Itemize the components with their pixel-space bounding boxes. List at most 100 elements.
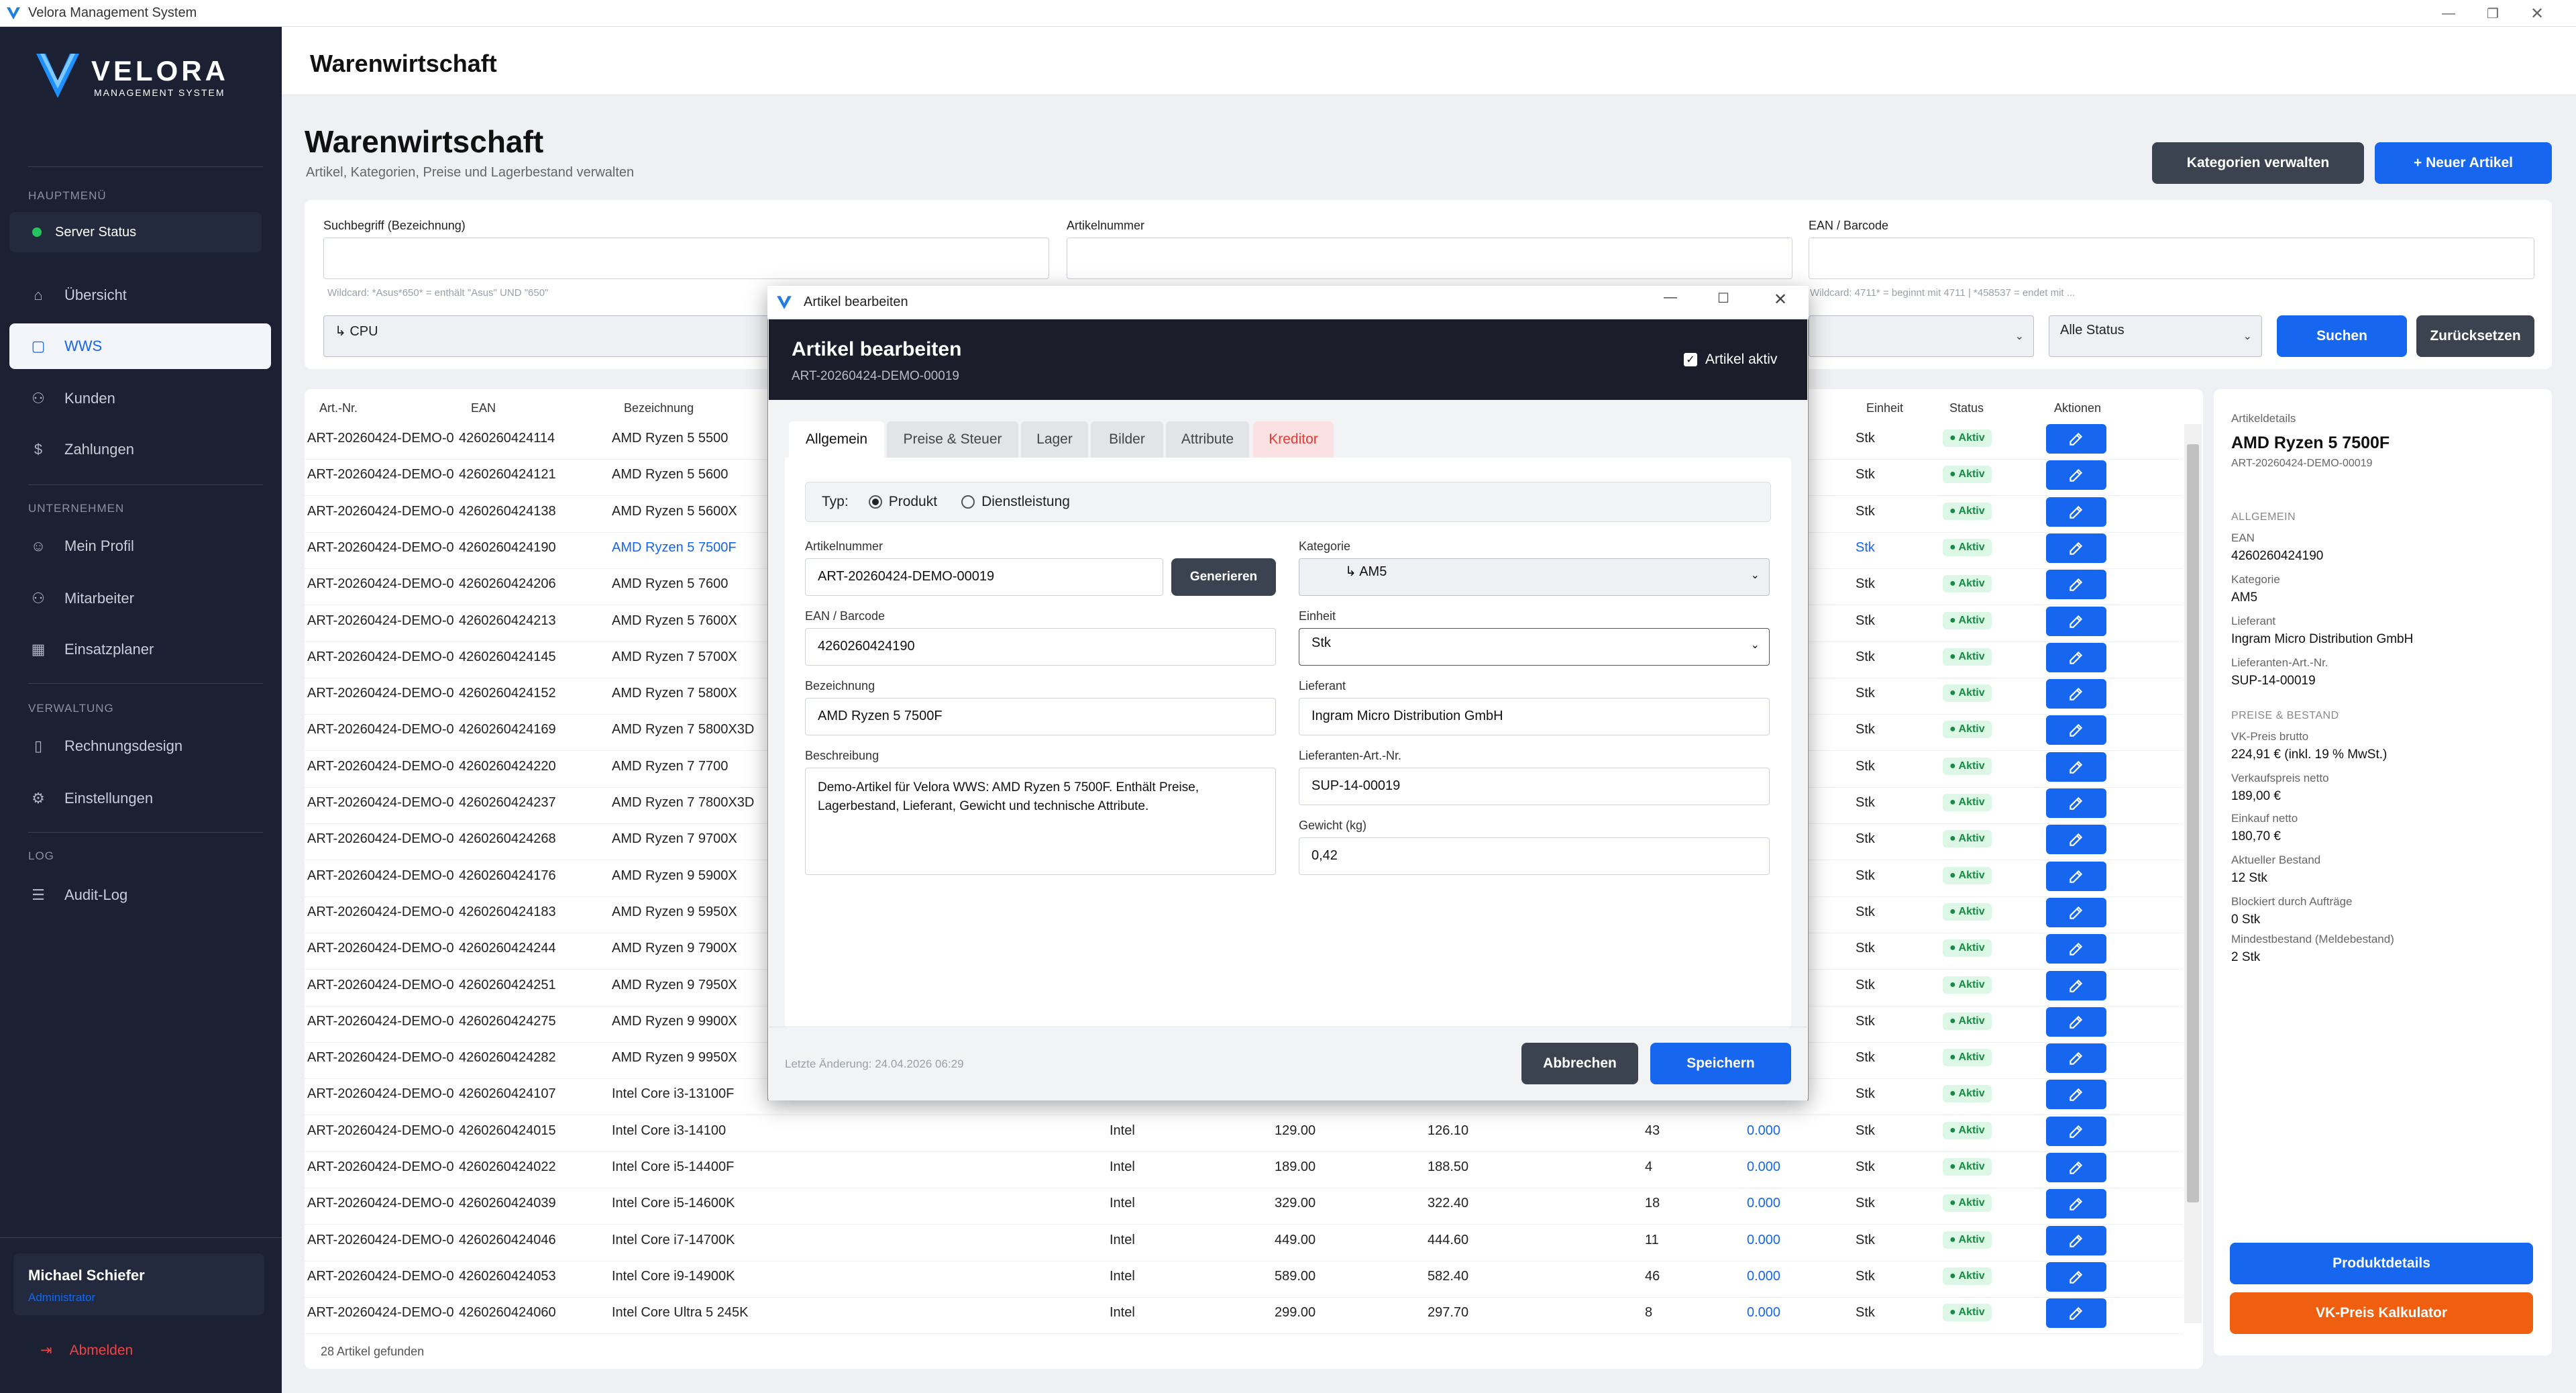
cell-name[interactable]: AMD Ryzen 7 7700	[612, 759, 728, 774]
edit-button[interactable]	[2046, 607, 2106, 636]
cell-unit[interactable]: Stk	[1856, 759, 1875, 774]
cell-unit[interactable]: Stk	[1856, 613, 1875, 629]
tab-stock[interactable]: Lager	[1021, 421, 1088, 458]
minimize-icon[interactable]: —	[2428, 0, 2469, 27]
cell-ean[interactable]: 4260260424138	[459, 504, 556, 519]
cell-artnr[interactable]: ART-20260424-DEMO-0	[307, 540, 454, 556]
cell-artnr[interactable]: ART-20260424-DEMO-0	[307, 1196, 454, 1211]
cell-name[interactable]: AMD Ryzen 5 5500	[612, 431, 728, 446]
tab-prices[interactable]: Preise & Steuer	[887, 421, 1018, 458]
cell-ean[interactable]: 4260260424039	[459, 1196, 556, 1211]
sidebar-item-employees[interactable]: ⚇ Mitarbeiter	[9, 576, 271, 621]
cell-unit[interactable]: Stk	[1856, 1123, 1875, 1139]
price-calculator-button[interactable]: VK-Preis Kalkulator	[2230, 1292, 2533, 1334]
cell-unit[interactable]: Stk	[1856, 1196, 1875, 1211]
cell-ean[interactable]: 4260260424251	[459, 978, 556, 993]
cell-value[interactable]: 0.000	[1747, 1123, 1780, 1139]
cell-artnr[interactable]: ART-20260424-DEMO-0	[307, 650, 454, 665]
weight-input[interactable]: 0,42	[1299, 837, 1770, 875]
cell-stock[interactable]: 8	[1645, 1305, 1652, 1321]
cell-price-sales[interactable]: 299.00	[1275, 1305, 1316, 1321]
cell-price-sales[interactable]: 189.00	[1275, 1159, 1316, 1175]
edit-button[interactable]	[2046, 1043, 2106, 1073]
edit-button[interactable]	[2046, 898, 2106, 927]
edit-button[interactable]	[2046, 788, 2106, 818]
cell-name[interactable]: AMD Ryzen 5 7600	[612, 576, 728, 592]
cell-unit[interactable]: Stk	[1856, 1269, 1875, 1284]
cell-price-sales[interactable]: 329.00	[1275, 1196, 1316, 1211]
user-card[interactable]: Michael Schiefer Administrator	[13, 1253, 264, 1315]
cell-ean[interactable]: 4260260424169	[459, 722, 556, 737]
cell-ean[interactable]: 4260260424176	[459, 868, 556, 884]
category-filter-select[interactable]: ↳ CPU	[323, 315, 786, 357]
edit-button[interactable]	[2046, 715, 2106, 745]
cell-artnr[interactable]: ART-20260424-DEMO-0	[307, 868, 454, 884]
cell-name[interactable]: AMD Ryzen 9 7900X	[612, 941, 737, 956]
cell-ean[interactable]: 4260260424275	[459, 1014, 556, 1029]
reset-button[interactable]: Zurücksetzen	[2416, 315, 2534, 357]
ean-input[interactable]: 4260260424190	[805, 628, 1276, 666]
edit-button[interactable]	[2046, 1007, 2106, 1037]
cell-name[interactable]: AMD Ryzen 9 9900X	[612, 1014, 737, 1029]
sidebar-item-customers[interactable]: ⚇ Kunden	[9, 376, 271, 421]
cell-ean[interactable]: 4260260424282	[459, 1050, 556, 1066]
cell-ean[interactable]: 4260260424244	[459, 941, 556, 956]
cell-artnr[interactable]: ART-20260424-DEMO-0	[307, 978, 454, 993]
column-header-artnr[interactable]: Art.-Nr.	[319, 401, 358, 415]
edit-button[interactable]	[2046, 424, 2106, 454]
generate-button[interactable]: Generieren	[1171, 558, 1276, 596]
cell-name[interactable]: AMD Ryzen 7 7800X3D	[612, 795, 754, 811]
cell-unit[interactable]: Stk	[1856, 467, 1875, 482]
search-input[interactable]	[323, 238, 1049, 279]
edit-button[interactable]	[2046, 497, 2106, 527]
logout-button[interactable]: ⇥ Abmelden	[40, 1342, 133, 1359]
cell-stock[interactable]: 43	[1645, 1123, 1660, 1139]
cell-manufacturer[interactable]: Intel	[1110, 1233, 1135, 1248]
cell-name[interactable]: AMD Ryzen 5 5600X	[612, 504, 737, 519]
minimize-icon[interactable]: —	[1664, 290, 1677, 305]
artnr-filter-input[interactable]	[1067, 238, 1792, 279]
cell-artnr[interactable]: ART-20260424-DEMO-0	[307, 941, 454, 956]
article-active-checkbox[interactable]: ✓ Artikel aktiv	[1684, 352, 1777, 368]
cell-ean[interactable]: 4260260424053	[459, 1269, 556, 1284]
cell-artnr[interactable]: ART-20260424-DEMO-0	[307, 686, 454, 701]
cell-unit[interactable]: Stk	[1856, 576, 1875, 592]
tab-images[interactable]: Bilder	[1091, 421, 1163, 458]
cell-ean[interactable]: 4260260424190	[459, 540, 556, 556]
description-textarea[interactable]: Demo-Artikel für Velora WWS: AMD Ryzen 5…	[805, 768, 1276, 875]
name-input[interactable]: AMD Ryzen 5 7500F	[805, 698, 1276, 735]
cell-name[interactable]: Intel Core Ultra 5 245K	[612, 1305, 748, 1321]
search-button[interactable]: Suchen	[2277, 315, 2407, 357]
restore-icon[interactable]: ❐	[2473, 0, 2513, 27]
radio-service-label[interactable]: Dienstleistung	[981, 494, 1070, 510]
ean-filter-input[interactable]	[1809, 238, 2534, 279]
close-icon[interactable]: ✕	[1774, 290, 1787, 309]
cell-unit[interactable]: Stk	[1856, 1014, 1875, 1029]
cell-ean[interactable]: 4260260424268	[459, 831, 556, 847]
edit-button[interactable]	[2046, 679, 2106, 709]
cell-unit[interactable]: Stk	[1856, 1159, 1875, 1175]
cell-value[interactable]: 0.000	[1747, 1269, 1780, 1284]
cell-stock[interactable]: 11	[1645, 1233, 1659, 1248]
cell-value[interactable]: 0.000	[1747, 1159, 1780, 1175]
cell-price-purchase[interactable]: 582.40	[1428, 1269, 1468, 1284]
cell-ean[interactable]: 4260260424213	[459, 613, 556, 629]
edit-button[interactable]	[2046, 570, 2106, 599]
cell-artnr[interactable]: ART-20260424-DEMO-0	[307, 1269, 454, 1284]
cell-name[interactable]: AMD Ryzen 5 7600X	[612, 613, 737, 629]
sidebar-item-planner[interactable]: ▦ Einsatzplaner	[9, 627, 271, 672]
cell-artnr[interactable]: ART-20260424-DEMO-0	[307, 831, 454, 847]
cell-price-purchase[interactable]: 126.10	[1428, 1123, 1468, 1139]
cell-price-purchase[interactable]: 444.60	[1428, 1233, 1468, 1248]
product-details-button[interactable]: Produktdetails	[2230, 1243, 2533, 1284]
category-filter-select-end[interactable]: ⌄	[1809, 315, 2034, 357]
cell-artnr[interactable]: ART-20260424-DEMO-0	[307, 722, 454, 737]
cell-ean[interactable]: 4260260424152	[459, 686, 556, 701]
edit-button[interactable]	[2046, 1298, 2106, 1328]
cell-artnr[interactable]: ART-20260424-DEMO-0	[307, 613, 454, 629]
cell-name[interactable]: AMD Ryzen 7 9700X	[612, 831, 737, 847]
cell-manufacturer[interactable]: Intel	[1110, 1123, 1135, 1139]
tab-creditor[interactable]: Kreditor	[1253, 421, 1334, 458]
tab-attributes[interactable]: Attribute	[1166, 421, 1249, 458]
edit-button[interactable]	[2046, 752, 2106, 782]
